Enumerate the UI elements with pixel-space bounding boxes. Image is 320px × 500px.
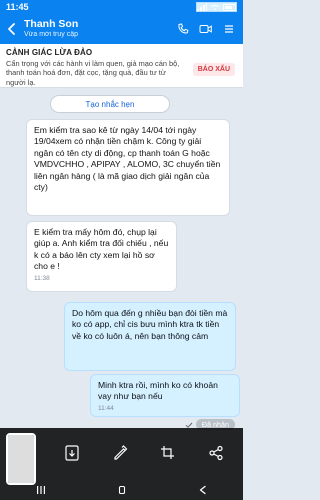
message-bubble[interactable]: Do hôm qua đến g nhiều bạn đòi tiền mà k…	[64, 302, 236, 371]
status-bar: 11:45	[0, 0, 243, 14]
contact-status: Vừa mới truy cập	[24, 30, 79, 38]
edit-icon[interactable]	[111, 444, 129, 462]
menu-icon[interactable]	[223, 23, 235, 35]
video-icon[interactable]	[199, 23, 213, 35]
screenshot-overlay	[0, 428, 243, 500]
scam-warning: CẢNH GIÁC LỪA ĐẢO Cẩn trọng với các hành…	[0, 44, 243, 88]
message-text: Em kiểm tra sao kê từ ngày 14/04 tới ngà…	[34, 125, 221, 193]
call-icon[interactable]	[177, 23, 189, 35]
message-bubble[interactable]: E kiểm tra mấy hôm đó, chụp lại giúp a. …	[26, 221, 177, 292]
battery-icon	[223, 3, 236, 11]
message-bubble[interactable]: Em kiểm tra sao kê từ ngày 14/04 tới ngà…	[26, 119, 230, 216]
thumbnail-image	[8, 435, 34, 483]
signal-icon	[197, 3, 207, 11]
warning-title: CẢNH GIÁC LỪA ĐẢO	[6, 48, 93, 57]
status-icons	[196, 2, 237, 12]
system-navigation	[0, 482, 243, 498]
report-button[interactable]: BÁO XẤU	[192, 63, 235, 76]
header-actions	[177, 23, 243, 35]
scroll-capture-icon[interactable]	[63, 444, 81, 462]
message-time: 11:44	[98, 404, 114, 412]
home-icon[interactable]	[116, 485, 128, 495]
contact-info[interactable]: Thanh Son Vừa mới truy cập	[24, 19, 177, 38]
message-text: Minh ktra rồi, mình ko có khoản vay như …	[98, 380, 218, 402]
screenshot-thumbnail[interactable]	[6, 433, 36, 485]
wifi-icon	[211, 4, 219, 11]
share-icon[interactable]	[207, 444, 225, 462]
message-text: E kiểm tra mấy hôm đó, chụp lại giúp a. …	[34, 227, 169, 272]
contact-name: Thanh Son	[24, 18, 79, 31]
reminder-area: Tạo nhắc hẹn	[0, 88, 243, 118]
back-button[interactable]	[0, 22, 24, 36]
create-reminder-button[interactable]: Tạo nhắc hẹn	[50, 95, 170, 113]
recent-apps-icon[interactable]	[35, 485, 47, 495]
chat-header: Thanh Son Vừa mới truy cập	[0, 14, 243, 44]
warning-text: Cẩn trọng với các hành vi làm quen, giả …	[6, 59, 180, 87]
back-nav-icon[interactable]	[197, 485, 209, 495]
message-text: Do hôm qua đến g nhiều bạn đòi tiền mà k…	[72, 308, 228, 341]
back-arrow-icon	[8, 23, 15, 35]
message-bubble[interactable]: Minh ktra rồi, mình ko có khoản vay như …	[90, 374, 240, 417]
message-time: 11:38	[34, 274, 50, 282]
screenshot-actions	[63, 444, 225, 462]
crop-icon[interactable]	[159, 444, 177, 462]
status-time: 11:45	[6, 2, 29, 12]
